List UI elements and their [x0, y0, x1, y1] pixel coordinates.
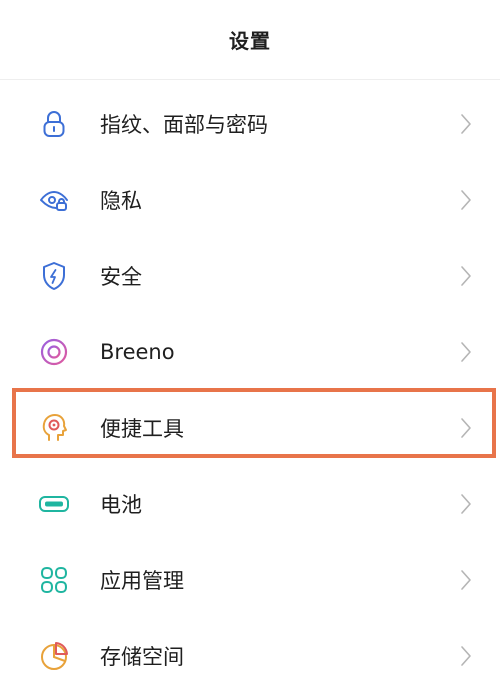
- settings-item-label: 存储空间: [100, 645, 184, 669]
- privacy-eye-lock-icon: [38, 184, 70, 216]
- settings-item-app-management[interactable]: 应用管理: [0, 542, 500, 618]
- app-header: 设置: [0, 0, 500, 80]
- settings-item-convenience-tools[interactable]: 便捷工具: [0, 390, 500, 466]
- chevron-right-icon: [460, 493, 472, 515]
- chevron-right-icon: [460, 569, 472, 591]
- settings-item-label: Breeno: [100, 340, 175, 364]
- app-grid-icon: [38, 564, 70, 596]
- chevron-right-icon: [460, 265, 472, 287]
- chevron-right-icon: [460, 113, 472, 135]
- chevron-right-icon: [460, 417, 472, 439]
- settings-item-label: 电池: [100, 493, 142, 517]
- settings-item-privacy[interactable]: 隐私: [0, 162, 500, 238]
- shield-bolt-icon: [38, 260, 70, 292]
- settings-item-label: 安全: [100, 265, 142, 289]
- settings-item-label: 应用管理: [100, 569, 184, 593]
- settings-item-storage[interactable]: 存储空间: [0, 618, 500, 690]
- settings-item-fingerprint-face-password[interactable]: 指纹、面部与密码: [0, 86, 500, 162]
- head-target-icon: [38, 412, 70, 444]
- page-title: 设置: [229, 29, 271, 53]
- settings-item-breeno[interactable]: Breeno: [0, 314, 500, 390]
- settings-item-security[interactable]: 安全: [0, 238, 500, 314]
- chevron-right-icon: [460, 341, 472, 363]
- settings-list: 指纹、面部与密码 隐私 安全 Breeno 便捷工具 电池 应用管理 存储空间: [0, 86, 500, 690]
- battery-icon: [38, 488, 70, 520]
- breeno-ring-icon: [38, 336, 70, 368]
- settings-item-label: 指纹、面部与密码: [100, 113, 268, 137]
- settings-item-label: 便捷工具: [100, 417, 184, 441]
- chevron-right-icon: [460, 189, 472, 211]
- chevron-right-icon: [460, 645, 472, 667]
- settings-item-battery[interactable]: 电池: [0, 466, 500, 542]
- storage-pie-icon: [38, 640, 70, 672]
- settings-item-label: 隐私: [100, 189, 142, 213]
- lock-icon: [38, 108, 70, 140]
